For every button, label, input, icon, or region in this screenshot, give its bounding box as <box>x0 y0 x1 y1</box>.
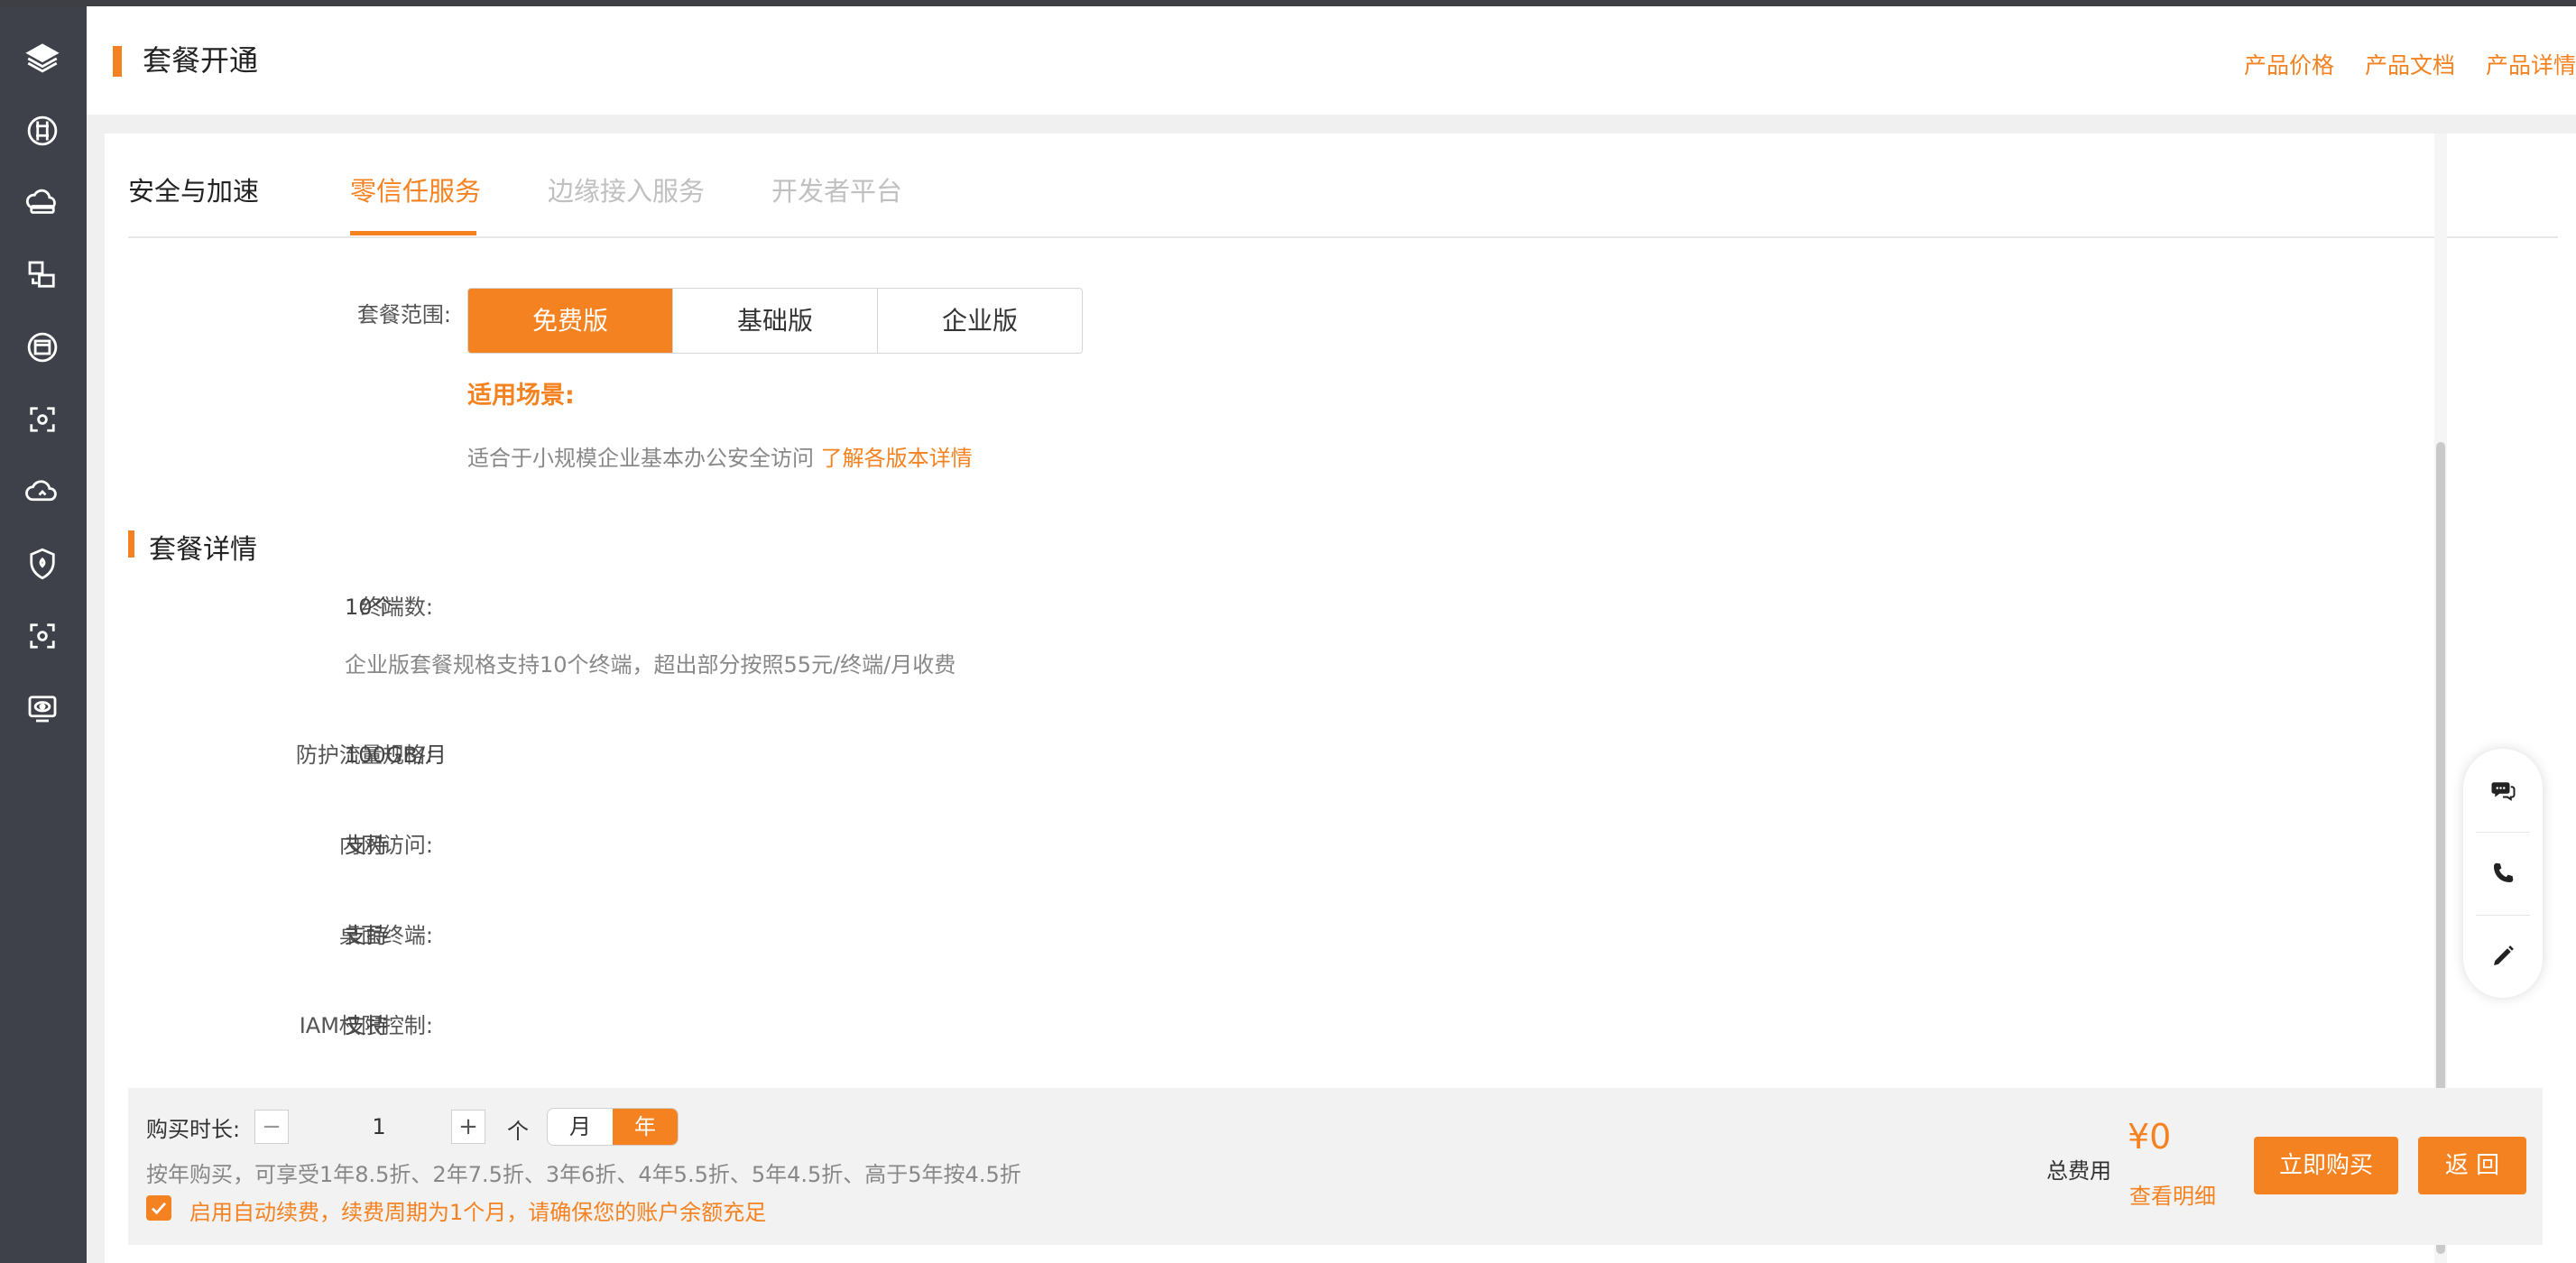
scene-title: 适用场景: <box>467 382 575 410</box>
decrement-button[interactable]: − <box>254 1110 289 1144</box>
discount-note: 按年购买，可享受1年8.5折、2年7.5折、3年6折、4年5.5折、5年4.5折… <box>146 1162 1021 1187</box>
tab-developer-platform[interactable]: 开发者平台 <box>771 173 902 209</box>
detail-label-iam: IAM权限控制: <box>299 1013 433 1038</box>
plan-option-basic[interactable]: 基础版 <box>672 289 877 353</box>
contact-float-panel <box>2463 749 2543 998</box>
detail-label-desktop: 桌面终端: <box>338 923 433 948</box>
monitor-eye-icon[interactable] <box>23 689 61 727</box>
auto-renew-checkbox[interactable] <box>146 1195 171 1221</box>
product-details-link[interactable]: 产品详情 <box>2486 52 2576 78</box>
shield-icon[interactable] <box>23 545 61 583</box>
product-docs-link[interactable]: 产品文档 <box>2365 52 2455 78</box>
detail-label-intranet: 内网访问: <box>338 833 433 858</box>
buy-now-button[interactable]: 立即购买 <box>2254 1137 2398 1194</box>
phone-icon[interactable] <box>2463 832 2543 915</box>
sidebar <box>0 6 87 1263</box>
total-price: ¥0 <box>2128 1117 2172 1157</box>
cloud-sync-icon[interactable] <box>23 473 61 511</box>
page-title: 套餐开通 <box>143 43 259 78</box>
network-icon[interactable] <box>23 112 61 150</box>
total-label: 总费用 <box>2046 1158 2111 1184</box>
increment-button[interactable]: + <box>451 1110 485 1144</box>
version-details-link[interactable]: 了解各版本详情 <box>821 446 973 471</box>
page-header: 套餐开通 产品价格 产品文档 产品详情 <box>87 6 2576 115</box>
tab-bar: 安全与加速 零信任服务 边缘接入服务 开发者平台 <box>128 134 2558 238</box>
product-price-link[interactable]: 产品价格 <box>2244 52 2334 78</box>
tab-zero-trust[interactable]: 零信任服务 <box>350 173 481 209</box>
back-button[interactable]: 返 回 <box>2418 1137 2526 1194</box>
tab-security-acceleration[interactable]: 安全与加速 <box>128 173 259 209</box>
section-title: 套餐详情 <box>149 534 257 566</box>
detail-value-terminals: 10个 <box>345 595 394 620</box>
layers-icon[interactable] <box>23 39 61 77</box>
purchase-bar: 购买时长: − 1 + 个 月 年 按年购买，可享受1年8.5折、2年7.5折、… <box>128 1088 2543 1245</box>
auto-renew-text[interactable]: 启用自动续费，续费周期为1个月，请确保您的账户余额充足 <box>189 1194 766 1226</box>
edit-icon[interactable] <box>2463 915 2543 998</box>
active-tab-underline <box>350 231 476 235</box>
duration-label: 购买时长: <box>146 1117 241 1142</box>
window-icon[interactable] <box>23 328 61 366</box>
period-year[interactable]: 年 <box>613 1109 678 1145</box>
detail-value-intranet: 支持 <box>345 833 388 858</box>
title-accent-bar <box>113 46 122 77</box>
scan-icon[interactable] <box>23 401 61 438</box>
scene-description-text: 适合于小规模企业基本办公安全访问 <box>467 446 814 471</box>
chat-icon[interactable] <box>2463 749 2543 832</box>
detail-note-terminals: 企业版套餐规格支持10个终端，超出部分按照55元/终端/月收费 <box>345 652 956 678</box>
top-border <box>0 0 2576 6</box>
detail-value-desktop: 支持 <box>345 923 388 948</box>
check-icon <box>152 1202 167 1215</box>
plan-option-enterprise[interactable]: 企业版 <box>877 289 1082 353</box>
transfer-icon[interactable] <box>23 256 61 294</box>
tab-edge-access[interactable]: 边缘接入服务 <box>548 173 705 209</box>
detail-value-traffic: 100GB/月 <box>345 742 447 768</box>
quantity-unit: 个 <box>507 1119 529 1144</box>
cloud-drive-icon[interactable] <box>23 184 61 222</box>
section-accent-bar <box>128 530 134 558</box>
period-toggle: 月 年 <box>547 1108 679 1146</box>
plan-option-free[interactable]: 免费版 <box>468 289 672 353</box>
detail-value-iam: 支持 <box>345 1013 388 1038</box>
quantity-input[interactable]: 1 <box>343 1110 415 1144</box>
view-details-link[interactable]: 查看明细 <box>2129 1178 2216 1210</box>
scan-icon[interactable] <box>23 617 61 655</box>
header-links: 产品价格 产品文档 产品详情 <box>2221 48 2576 80</box>
plan-range-label: 套餐范围: <box>356 302 451 327</box>
period-month[interactable]: 月 <box>548 1109 613 1145</box>
scene-description: 适合于小规模企业基本办公安全访问 了解各版本详情 <box>467 440 973 472</box>
plan-selector: 免费版 基础版 企业版 <box>467 288 1083 354</box>
